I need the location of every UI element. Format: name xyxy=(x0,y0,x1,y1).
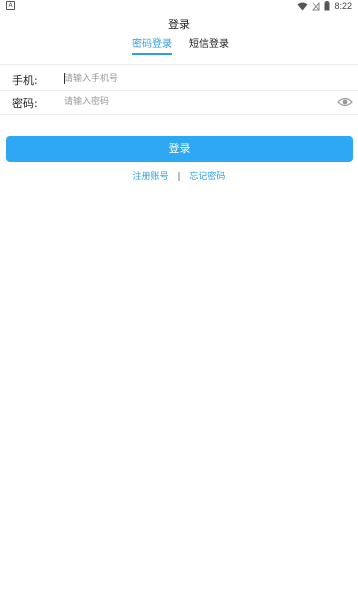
login-button[interactable]: 登录 xyxy=(6,136,353,162)
tab-password-login-label: 密码登录 xyxy=(132,39,172,50)
account-links: 注册账号 | 忘记密码 xyxy=(0,169,358,182)
phone-label: 手机: xyxy=(12,74,38,87)
active-tab-indicator xyxy=(132,53,172,55)
wifi-icon xyxy=(297,2,308,10)
password-input[interactable] xyxy=(64,93,324,111)
notification-icon: A xyxy=(6,1,15,10)
tab-sms-login[interactable]: 短信登录 xyxy=(189,38,229,56)
status-time: 8:22 xyxy=(334,1,352,11)
forgot-password-link[interactable]: 忘记密码 xyxy=(189,172,225,182)
tab-password-login[interactable]: 密码登录 xyxy=(132,38,172,56)
divider xyxy=(0,114,358,115)
eye-icon[interactable] xyxy=(337,96,353,108)
link-separator: | xyxy=(177,172,181,182)
status-bar: A 8:22 xyxy=(0,0,358,12)
battery-icon xyxy=(324,1,330,11)
sim-icon xyxy=(312,1,320,10)
status-icons: 8:22 xyxy=(297,0,352,12)
password-label: 密码: xyxy=(12,97,38,110)
tab-sms-login-label: 短信登录 xyxy=(189,39,229,50)
text-cursor xyxy=(64,73,65,84)
divider xyxy=(0,64,358,65)
password-row: 密码: xyxy=(0,91,358,113)
phone-row: 手机: xyxy=(0,68,358,90)
page-title: 登录 xyxy=(168,18,190,31)
register-link[interactable]: 注册账号 xyxy=(133,172,169,182)
phone-input[interactable] xyxy=(64,70,324,88)
login-tabs: 密码登录 短信登录 xyxy=(0,38,358,58)
